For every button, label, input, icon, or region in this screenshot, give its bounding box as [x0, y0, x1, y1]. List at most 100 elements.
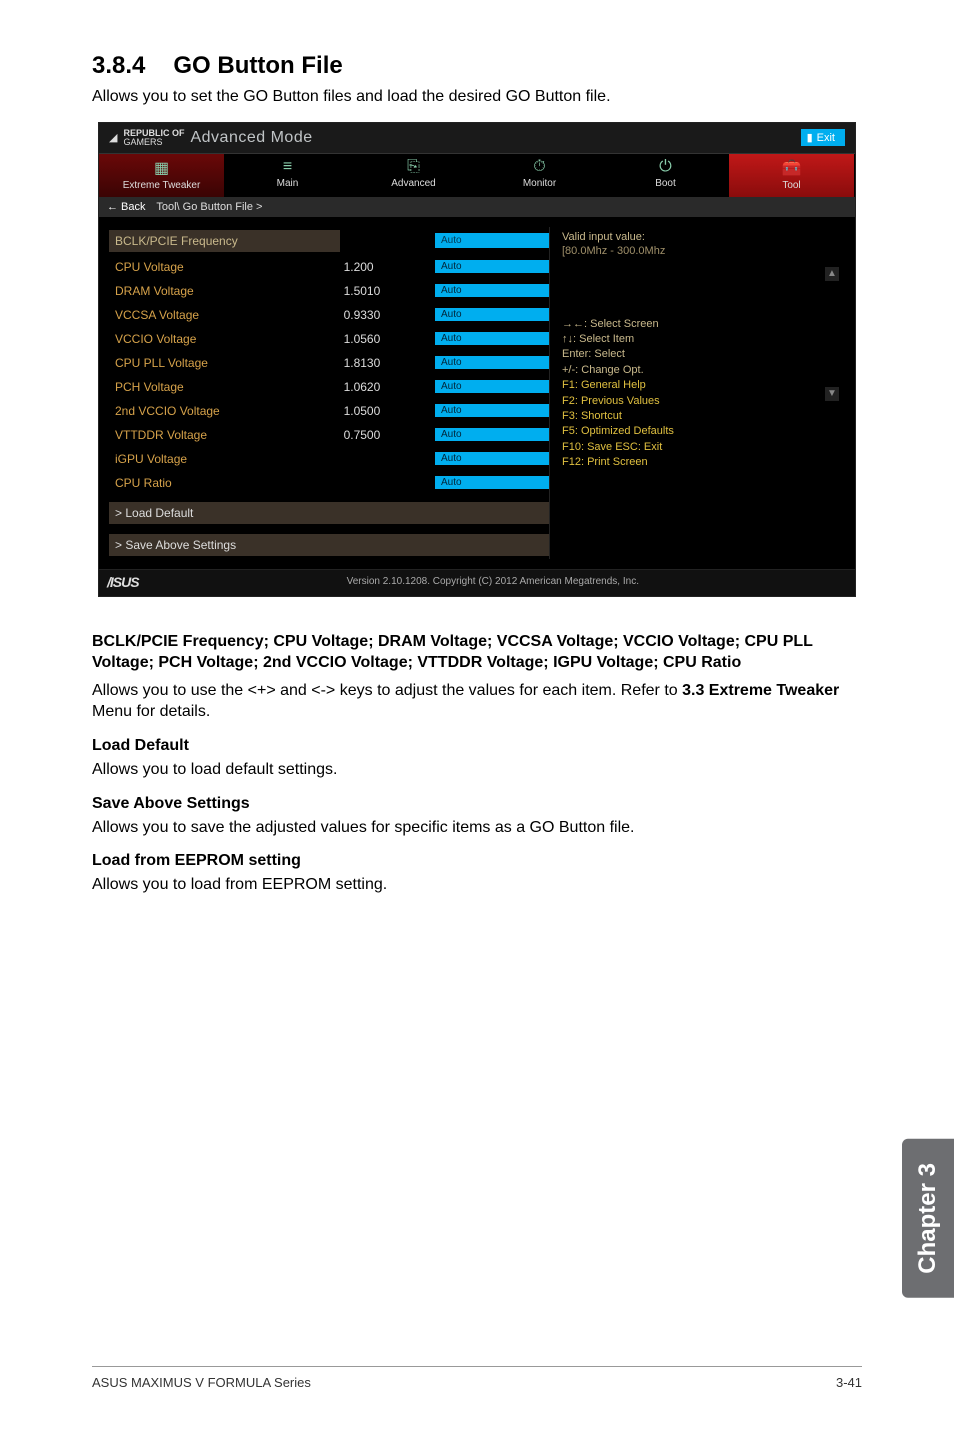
section-heading: 3.8.4 GO Button File	[92, 52, 862, 80]
tab-label: Extreme Tweaker	[99, 180, 224, 191]
tab-boot[interactable]: ⏻Boot	[603, 154, 729, 197]
asus-brand: /ISUS	[107, 574, 139, 590]
load-default-heading: Load Default	[92, 737, 862, 755]
param-label: iGPU Voltage	[109, 450, 340, 468]
power-icon: ⏻	[659, 158, 672, 175]
button-label: > Save Above Settings	[109, 534, 549, 556]
load-default-body: Allows you to load default settings.	[92, 759, 862, 781]
tab-main[interactable]: ≡Main	[225, 154, 351, 197]
param-value: 1.200	[340, 260, 435, 274]
tool-icon: 🧰	[782, 160, 802, 177]
breadcrumb-path: Tool\ Go Button File >	[156, 201, 262, 213]
param-row[interactable]: CPU PLL Voltage1.8130Auto	[109, 351, 549, 375]
bios-screenshot: ◢ REPUBLIC OFGAMERS Advanced Mode ▮Exit …	[98, 122, 856, 597]
param-value: 1.0500	[340, 404, 435, 418]
param-value: 1.0560	[340, 332, 435, 346]
load-default-button[interactable]: > Load Default	[109, 495, 549, 527]
param-value: 1.8130	[340, 356, 435, 370]
key-hint: F12: Print Screen	[562, 455, 837, 470]
param-group-heading: BCLK/PCIE Frequency; CPU Voltage; DRAM V…	[92, 631, 862, 674]
param-row[interactable]: VCCIO Voltage1.0560Auto	[109, 327, 549, 351]
body-text-bold: 3.3 Extreme Tweaker	[682, 682, 839, 699]
key-hint: F2: Previous Values	[562, 394, 837, 409]
bios-param-list: BCLK/PCIE Frequency Auto CPU Voltage1.20…	[109, 227, 549, 559]
key-hint: +/-: Change Opt.	[562, 363, 837, 378]
param-input[interactable]: Auto	[435, 284, 549, 297]
param-row[interactable]: iGPU Voltage Auto	[109, 447, 549, 471]
bios-version-text: Version 2.10.1208. Copyright (C) 2012 Am…	[347, 576, 639, 587]
chapter-tab: Chapter 3	[902, 1139, 954, 1298]
param-row[interactable]: CPU Ratio Auto	[109, 471, 549, 495]
rog-brand: REPUBLIC OFGAMERS	[123, 129, 184, 147]
param-label: VCCSA Voltage	[109, 306, 340, 324]
param-input[interactable]: Auto	[435, 452, 549, 465]
param-bclk-label: BCLK/PCIE Frequency	[109, 230, 340, 252]
save-above-body: Allows you to save the adjusted values f…	[92, 817, 862, 839]
param-label: PCH Voltage	[109, 378, 340, 396]
scroll-up-icon[interactable]: ▲	[825, 267, 839, 281]
param-row[interactable]: 2nd VCCIO Voltage1.0500Auto	[109, 399, 549, 423]
param-value: 0.9330	[340, 308, 435, 322]
bios-mode: Advanced Mode	[190, 129, 312, 147]
param-input[interactable]: Auto	[435, 233, 549, 248]
param-label: VTTDDR Voltage	[109, 426, 340, 444]
key-hint: F3: Shortcut	[562, 409, 837, 424]
page-footer: ASUS MAXIMUS V FORMULA Series 3-41	[92, 1366, 862, 1390]
body-text: Allows you to use the <+> and <-> keys t…	[92, 682, 682, 699]
back-button[interactable]: ← Back	[107, 201, 146, 213]
param-label: CPU PLL Voltage	[109, 354, 340, 372]
scroll-down-icon[interactable]: ▼	[825, 387, 839, 401]
key-hint: F1: General Help	[562, 378, 837, 393]
section-number: 3.8.4	[92, 52, 145, 80]
save-above-heading: Save Above Settings	[92, 795, 862, 813]
key-hint: ↑↓: Select Item	[562, 332, 837, 347]
footer-page-number: 3-41	[836, 1375, 862, 1390]
param-input[interactable]: Auto	[435, 308, 549, 321]
param-input[interactable]: Auto	[435, 428, 549, 441]
param-header-row[interactable]: BCLK/PCIE Frequency Auto	[109, 227, 549, 255]
tab-monitor[interactable]: ⏱ Monitor	[477, 154, 603, 197]
param-input[interactable]: Auto	[435, 332, 549, 345]
param-value: 0.7500	[340, 428, 435, 442]
param-input[interactable]: Auto	[435, 404, 549, 417]
bios-titlebar: ◢ REPUBLIC OFGAMERS Advanced Mode ▮Exit	[99, 123, 855, 153]
tab-extreme-tweaker[interactable]: ▦ Extreme Tweaker	[99, 154, 225, 197]
help-key-hints: →←: Select Screen ↑↓: Select Item Enter:…	[562, 317, 837, 471]
param-value: 1.0620	[340, 380, 435, 394]
param-row[interactable]: VTTDDR Voltage0.7500Auto	[109, 423, 549, 447]
param-row[interactable]: DRAM Voltage1.5010Auto	[109, 279, 549, 303]
param-input[interactable]: Auto	[435, 356, 549, 369]
monitor-icon: ⏱	[533, 158, 545, 175]
param-row[interactable]: VCCSA Voltage0.9330Auto	[109, 303, 549, 327]
body-text: Menu for details.	[92, 703, 210, 720]
key-hint: F10: Save ESC: Exit	[562, 440, 837, 455]
section-title-text: GO Button File	[173, 52, 342, 79]
param-input[interactable]: Auto	[435, 476, 549, 489]
param-group-body: Allows you to use the <+> and <-> keys t…	[92, 680, 862, 723]
exit-icon: ▮	[807, 131, 813, 144]
tab-label: Tool	[729, 180, 854, 191]
exit-button[interactable]: ▮ Exit	[801, 129, 845, 146]
param-label: CPU Ratio	[109, 474, 340, 492]
section-intro: Allows you to set the GO Button files an…	[92, 86, 862, 108]
bios-breadcrumb: ← Back Tool\ Go Button File >	[99, 197, 855, 217]
param-label: 2nd VCCIO Voltage	[109, 402, 340, 420]
param-row[interactable]: PCH Voltage1.0620Auto	[109, 375, 549, 399]
tab-tool[interactable]: 🧰 Tool	[729, 154, 855, 197]
param-input[interactable]: Auto	[435, 260, 549, 273]
param-input[interactable]: Auto	[435, 380, 549, 393]
chip-icon: ▦	[154, 160, 169, 177]
param-row[interactable]: CPU Voltage1.200Auto	[109, 255, 549, 279]
load-eeprom-heading: Load from EEPROM setting	[92, 852, 862, 870]
tab-label: Monitor	[477, 178, 602, 189]
footer-left: ASUS MAXIMUS V FORMULA Series	[92, 1375, 311, 1390]
exit-label: Exit	[817, 132, 835, 144]
bios-tab-bar: ▦ Extreme Tweaker ≡Main ⎘Advanced ⏱ Monito…	[99, 153, 855, 197]
bios-footer: /ISUS Version 2.10.1208. Copyright (C) 2…	[99, 569, 855, 596]
key-hint: →←: Select Screen	[562, 317, 837, 332]
list-icon: ≡	[283, 158, 292, 175]
help-title: Valid input value:	[562, 231, 837, 243]
tab-advanced[interactable]: ⎘Advanced	[351, 154, 477, 197]
save-above-settings-button[interactable]: > Save Above Settings	[109, 527, 549, 559]
bios-help-panel: ▲ ▼ Valid input value: [80.0Mhz - 300.0M…	[549, 227, 845, 559]
